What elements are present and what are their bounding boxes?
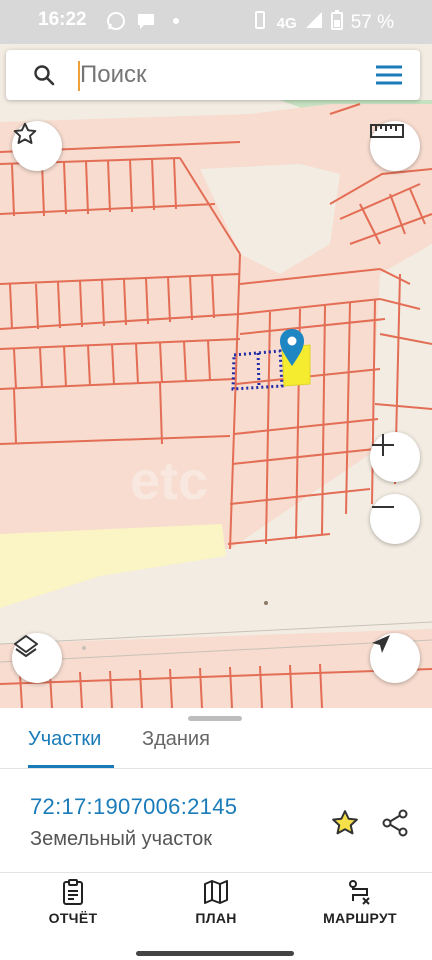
map-plan-icon	[202, 878, 230, 906]
route-icon	[346, 878, 374, 906]
nav-route[interactable]: МАРШРУТ	[305, 878, 415, 926]
nav-report-label: ОТЧЁТ	[48, 910, 98, 926]
zoom-in-button[interactable]	[370, 432, 420, 482]
tab-parcels[interactable]: Участки	[28, 728, 101, 751]
tabs-divider	[0, 768, 432, 769]
svg-text:etc: etc	[130, 451, 208, 511]
sheet-divider	[0, 872, 432, 873]
favorite-map-button[interactable]	[12, 121, 62, 171]
battery-percent: 57 %	[350, 12, 394, 33]
nav-route-label: МАРШРУТ	[323, 910, 397, 926]
ruler-button[interactable]	[370, 121, 420, 171]
tab-buildings[interactable]: Здания	[142, 728, 210, 751]
parcel-bottom-sheet: Участки Здания 72:17:1907006:2145 Земель…	[0, 708, 432, 960]
favorite-parcel-button[interactable]	[330, 808, 360, 838]
search-icon[interactable]	[32, 63, 56, 87]
map-canvas: etc	[0, 100, 432, 708]
status-bar: 16:22 4G 57 %	[0, 0, 432, 44]
layers-button[interactable]	[12, 633, 62, 683]
system-icons: 4G 57 %	[251, 10, 394, 36]
message-icon	[136, 11, 156, 37]
status-time: 16:22	[38, 9, 87, 30]
report-clipboard-icon	[59, 878, 87, 906]
star-icon	[332, 810, 358, 835]
parcel-type: Земельный участок	[30, 828, 213, 850]
zoom-out-button[interactable]	[370, 494, 420, 544]
battery-icon	[330, 10, 343, 36]
share-icon	[382, 809, 408, 837]
locate-me-button[interactable]	[370, 633, 420, 683]
search-input[interactable]	[80, 59, 360, 91]
gesture-navigation-bar[interactable]	[136, 951, 294, 956]
parcel-cadastral-number[interactable]: 72:17:1907006:2145	[30, 794, 237, 820]
whatsapp-icon	[106, 11, 126, 37]
signal-icon	[305, 11, 323, 35]
search-bar[interactable]	[6, 50, 420, 100]
network-type: 4G	[276, 14, 297, 32]
hamburger-menu-icon[interactable]	[374, 63, 404, 87]
nav-report[interactable]: ОТЧЁТ	[18, 878, 128, 926]
share-button[interactable]	[380, 808, 410, 838]
nav-plan-label: ПЛАН	[195, 910, 237, 926]
notification-icons	[106, 11, 186, 37]
nav-plan[interactable]: ПЛАН	[161, 878, 271, 926]
dot-icon	[166, 11, 186, 37]
sheet-drag-handle[interactable]	[188, 716, 242, 721]
vibrate-icon	[251, 10, 269, 36]
cadastral-map[interactable]: etc	[0, 44, 432, 708]
